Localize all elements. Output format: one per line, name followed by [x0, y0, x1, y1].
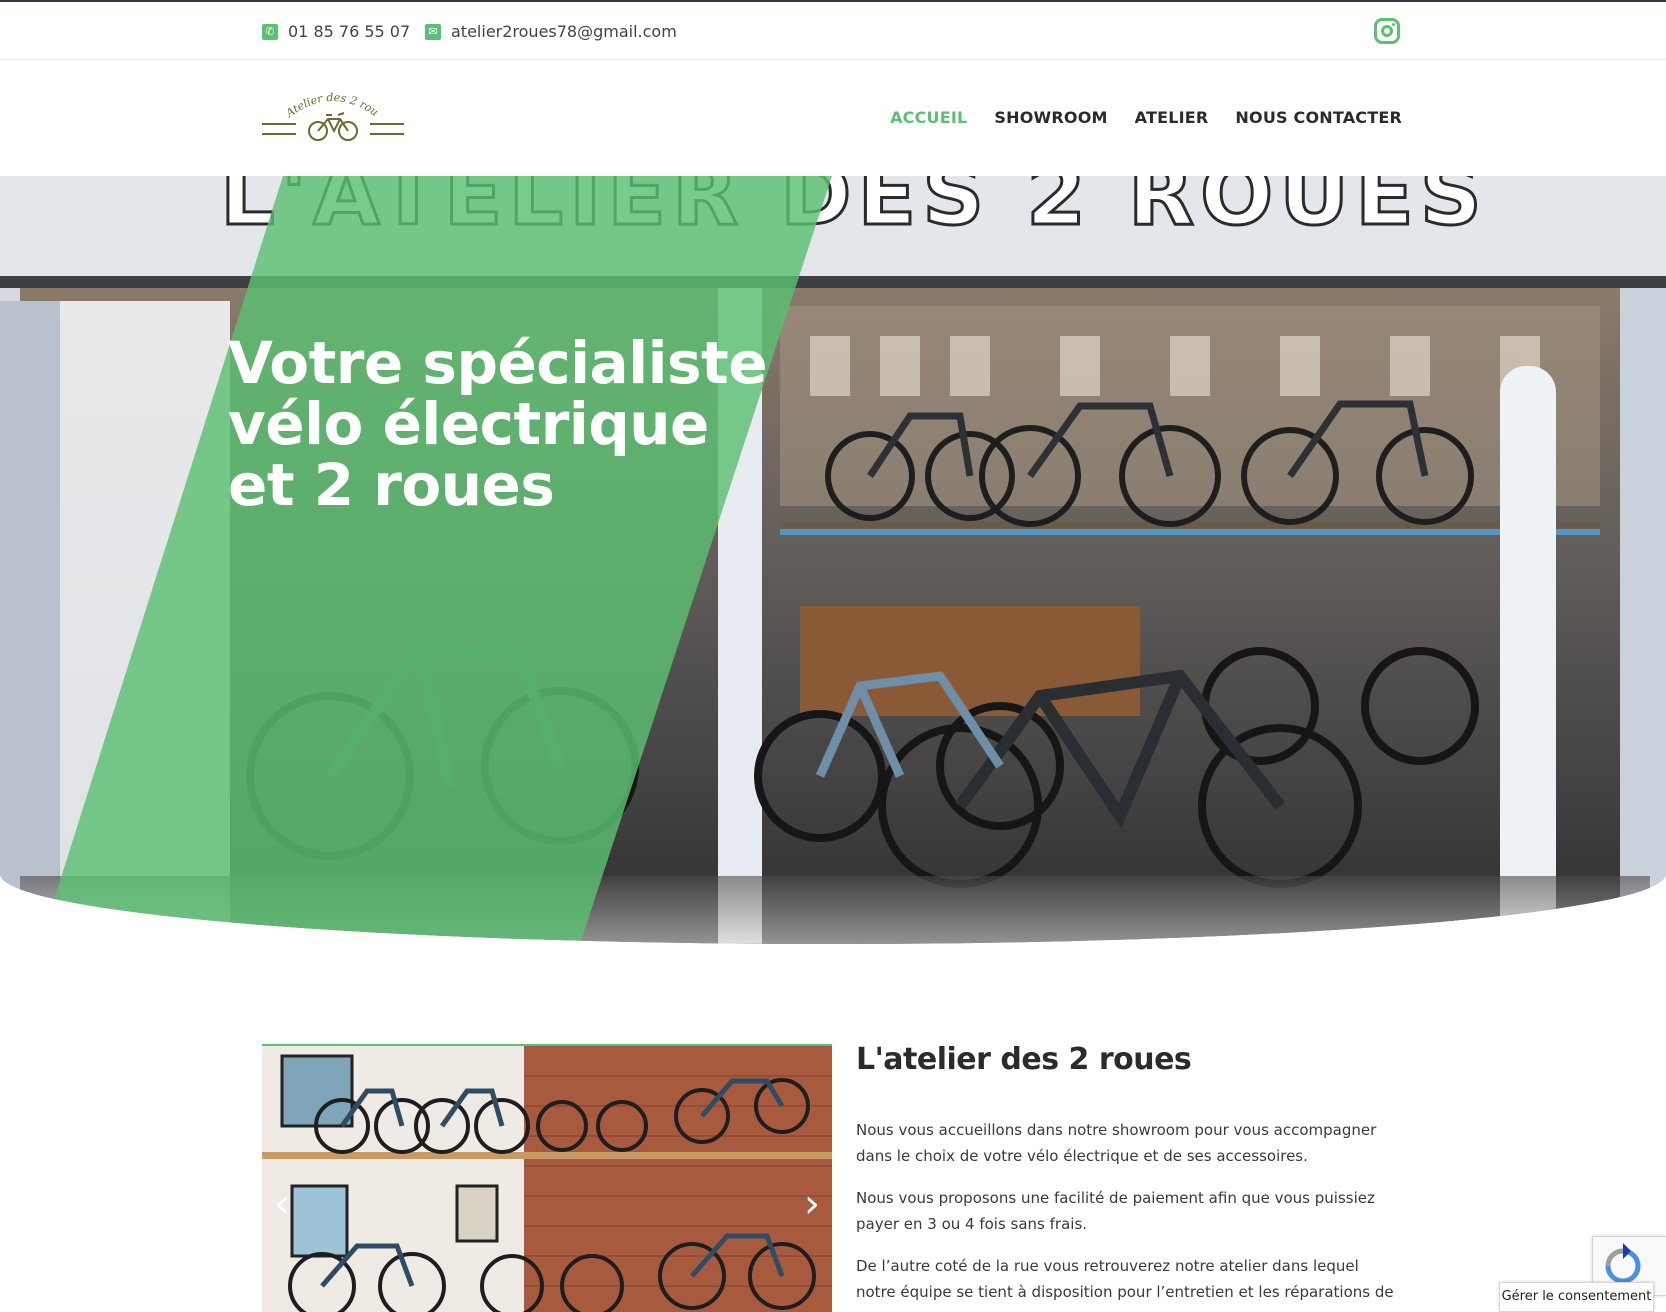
nav-atelier[interactable]: ATELIER — [1135, 108, 1209, 127]
hero-headline: Votre spécialiste vélo électrique et 2 r… — [228, 333, 788, 516]
email-contact[interactable]: ✉ atelier2roues78@gmail.com — [425, 22, 677, 41]
about-paragraph-2: Nous vous proposons une facilité de paie… — [856, 1189, 1375, 1233]
site-header: L'Atelier des 2 roues ACCUEIL SHOWROOM A… — [0, 61, 1666, 176]
svg-text:L'Atelier des 2 roues: L'Atelier des 2 roues — [262, 89, 381, 120]
main-nav: ACCUEIL SHOWROOM ATELIER NOUS CONTACTER — [890, 108, 1402, 127]
logo-graphic: L'Atelier des 2 roues — [257, 79, 404, 141]
consent-button[interactable]: Gérer le consentement — [1499, 1282, 1654, 1312]
hero-section: L'ATELIER DES 2 ROUES Votre spécialiste … — [0, 176, 1666, 944]
about-text: Nous vous accueillons dans notre showroo… — [856, 1117, 1396, 1312]
hero-line-2: vélo électrique — [228, 390, 709, 458]
instagram-icon[interactable] — [1374, 18, 1400, 44]
nav-showroom[interactable]: SHOWROOM — [994, 108, 1107, 127]
site-logo[interactable]: L'Atelier des 2 roues — [257, 79, 404, 147]
slider-next-arrow[interactable]: › — [804, 1184, 820, 1224]
phone-contact[interactable]: ✆ 01 85 76 55 07 — [262, 22, 410, 41]
nav-nous-contacter[interactable]: NOUS CONTACTER — [1235, 108, 1402, 127]
hero-line-3: et 2 roues — [228, 451, 555, 519]
envelope-icon: ✉ — [425, 23, 441, 40]
showroom-photo — [262, 1046, 832, 1312]
top-bar: ✆ 01 85 76 55 07 ✉ atelier2roues78@gmail… — [0, 0, 1666, 60]
nav-accueil[interactable]: ACCUEIL — [890, 108, 967, 127]
about-title: L'atelier des 2 roues — [856, 1042, 1192, 1077]
about-paragraph-3: De l’autre coté de la rue vous retrouver… — [856, 1257, 1394, 1312]
slider-prev-arrow[interactable]: ‹ — [274, 1184, 290, 1224]
email-address[interactable]: atelier2roues78@gmail.com — [451, 22, 677, 41]
logo-text: L'Atelier des 2 roues — [257, 79, 380, 120]
bicycle-icon — [308, 112, 358, 141]
hero-line-1: Votre spécialiste — [228, 329, 768, 397]
phone-number[interactable]: 01 85 76 55 07 — [288, 22, 410, 41]
phone-icon: ✆ — [262, 23, 278, 40]
showroom-slider[interactable]: ‹ › — [262, 1044, 832, 1312]
hero-storefront-image: L'ATELIER DES 2 ROUES — [0, 176, 1666, 944]
about-paragraph-1: Nous vous accueillons dans notre showroo… — [856, 1121, 1377, 1165]
